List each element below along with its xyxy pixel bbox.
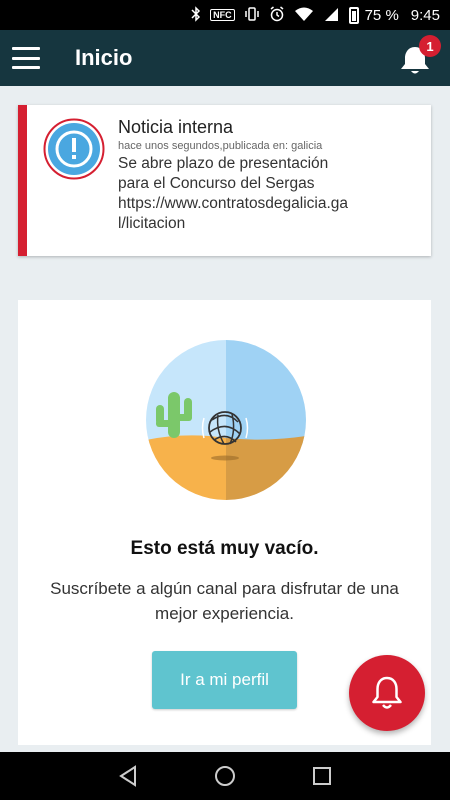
clock: 9:45 xyxy=(410,6,440,24)
wifi-icon xyxy=(294,7,314,24)
recents-icon xyxy=(312,767,331,785)
notice-card[interactable]: Noticia interna hace unos segundos,publi… xyxy=(18,105,431,256)
hamburger-icon-line xyxy=(12,56,40,60)
home-icon xyxy=(214,766,235,786)
notice-text: Se abre plazo de presentación para el Co… xyxy=(118,155,349,232)
desert-illustration xyxy=(146,340,306,500)
status-icons: NFC xyxy=(191,6,339,24)
recents-button[interactable] xyxy=(308,762,336,790)
notification-badge: 1 xyxy=(419,35,441,57)
bluetooth-icon xyxy=(191,6,201,24)
home-button[interactable] xyxy=(211,762,239,790)
menu-button[interactable] xyxy=(12,47,40,69)
back-button[interactable] xyxy=(114,762,142,790)
alarm-icon xyxy=(269,6,285,24)
status-bar: NFC 75 % 9:45 xyxy=(0,0,450,30)
hamburger-icon-line xyxy=(12,66,40,69)
bell-icon xyxy=(372,676,402,709)
notice-title: Noticia interna xyxy=(118,117,234,137)
hamburger-icon xyxy=(12,47,40,50)
notifications-fab-button[interactable] xyxy=(349,655,425,731)
page-title: Inicio xyxy=(75,45,133,70)
notice-meta: hace unos segundos,publicada en: galicia xyxy=(118,140,323,152)
vibrate-icon xyxy=(244,7,260,23)
signal-icon xyxy=(323,7,339,24)
battery-level: 75 % xyxy=(364,6,399,24)
empty-state-subtitle: Suscríbete a algún canal para disfrutar … xyxy=(50,579,399,623)
app-bar: Inicio 1 xyxy=(0,30,450,86)
empty-state-title: Esto está muy vacío. xyxy=(130,538,319,559)
nfc-icon: NFC xyxy=(210,9,235,21)
system-nav-bar xyxy=(0,752,450,800)
alert-icon xyxy=(43,118,105,180)
battery-icon xyxy=(348,6,359,24)
back-icon xyxy=(119,765,137,787)
notifications-button[interactable]: 1 xyxy=(398,35,441,76)
notice-body: Noticia interna hace unos segundos,publi… xyxy=(118,117,423,234)
go-to-profile-button[interactable]: Ir a mi perfil xyxy=(152,651,297,709)
